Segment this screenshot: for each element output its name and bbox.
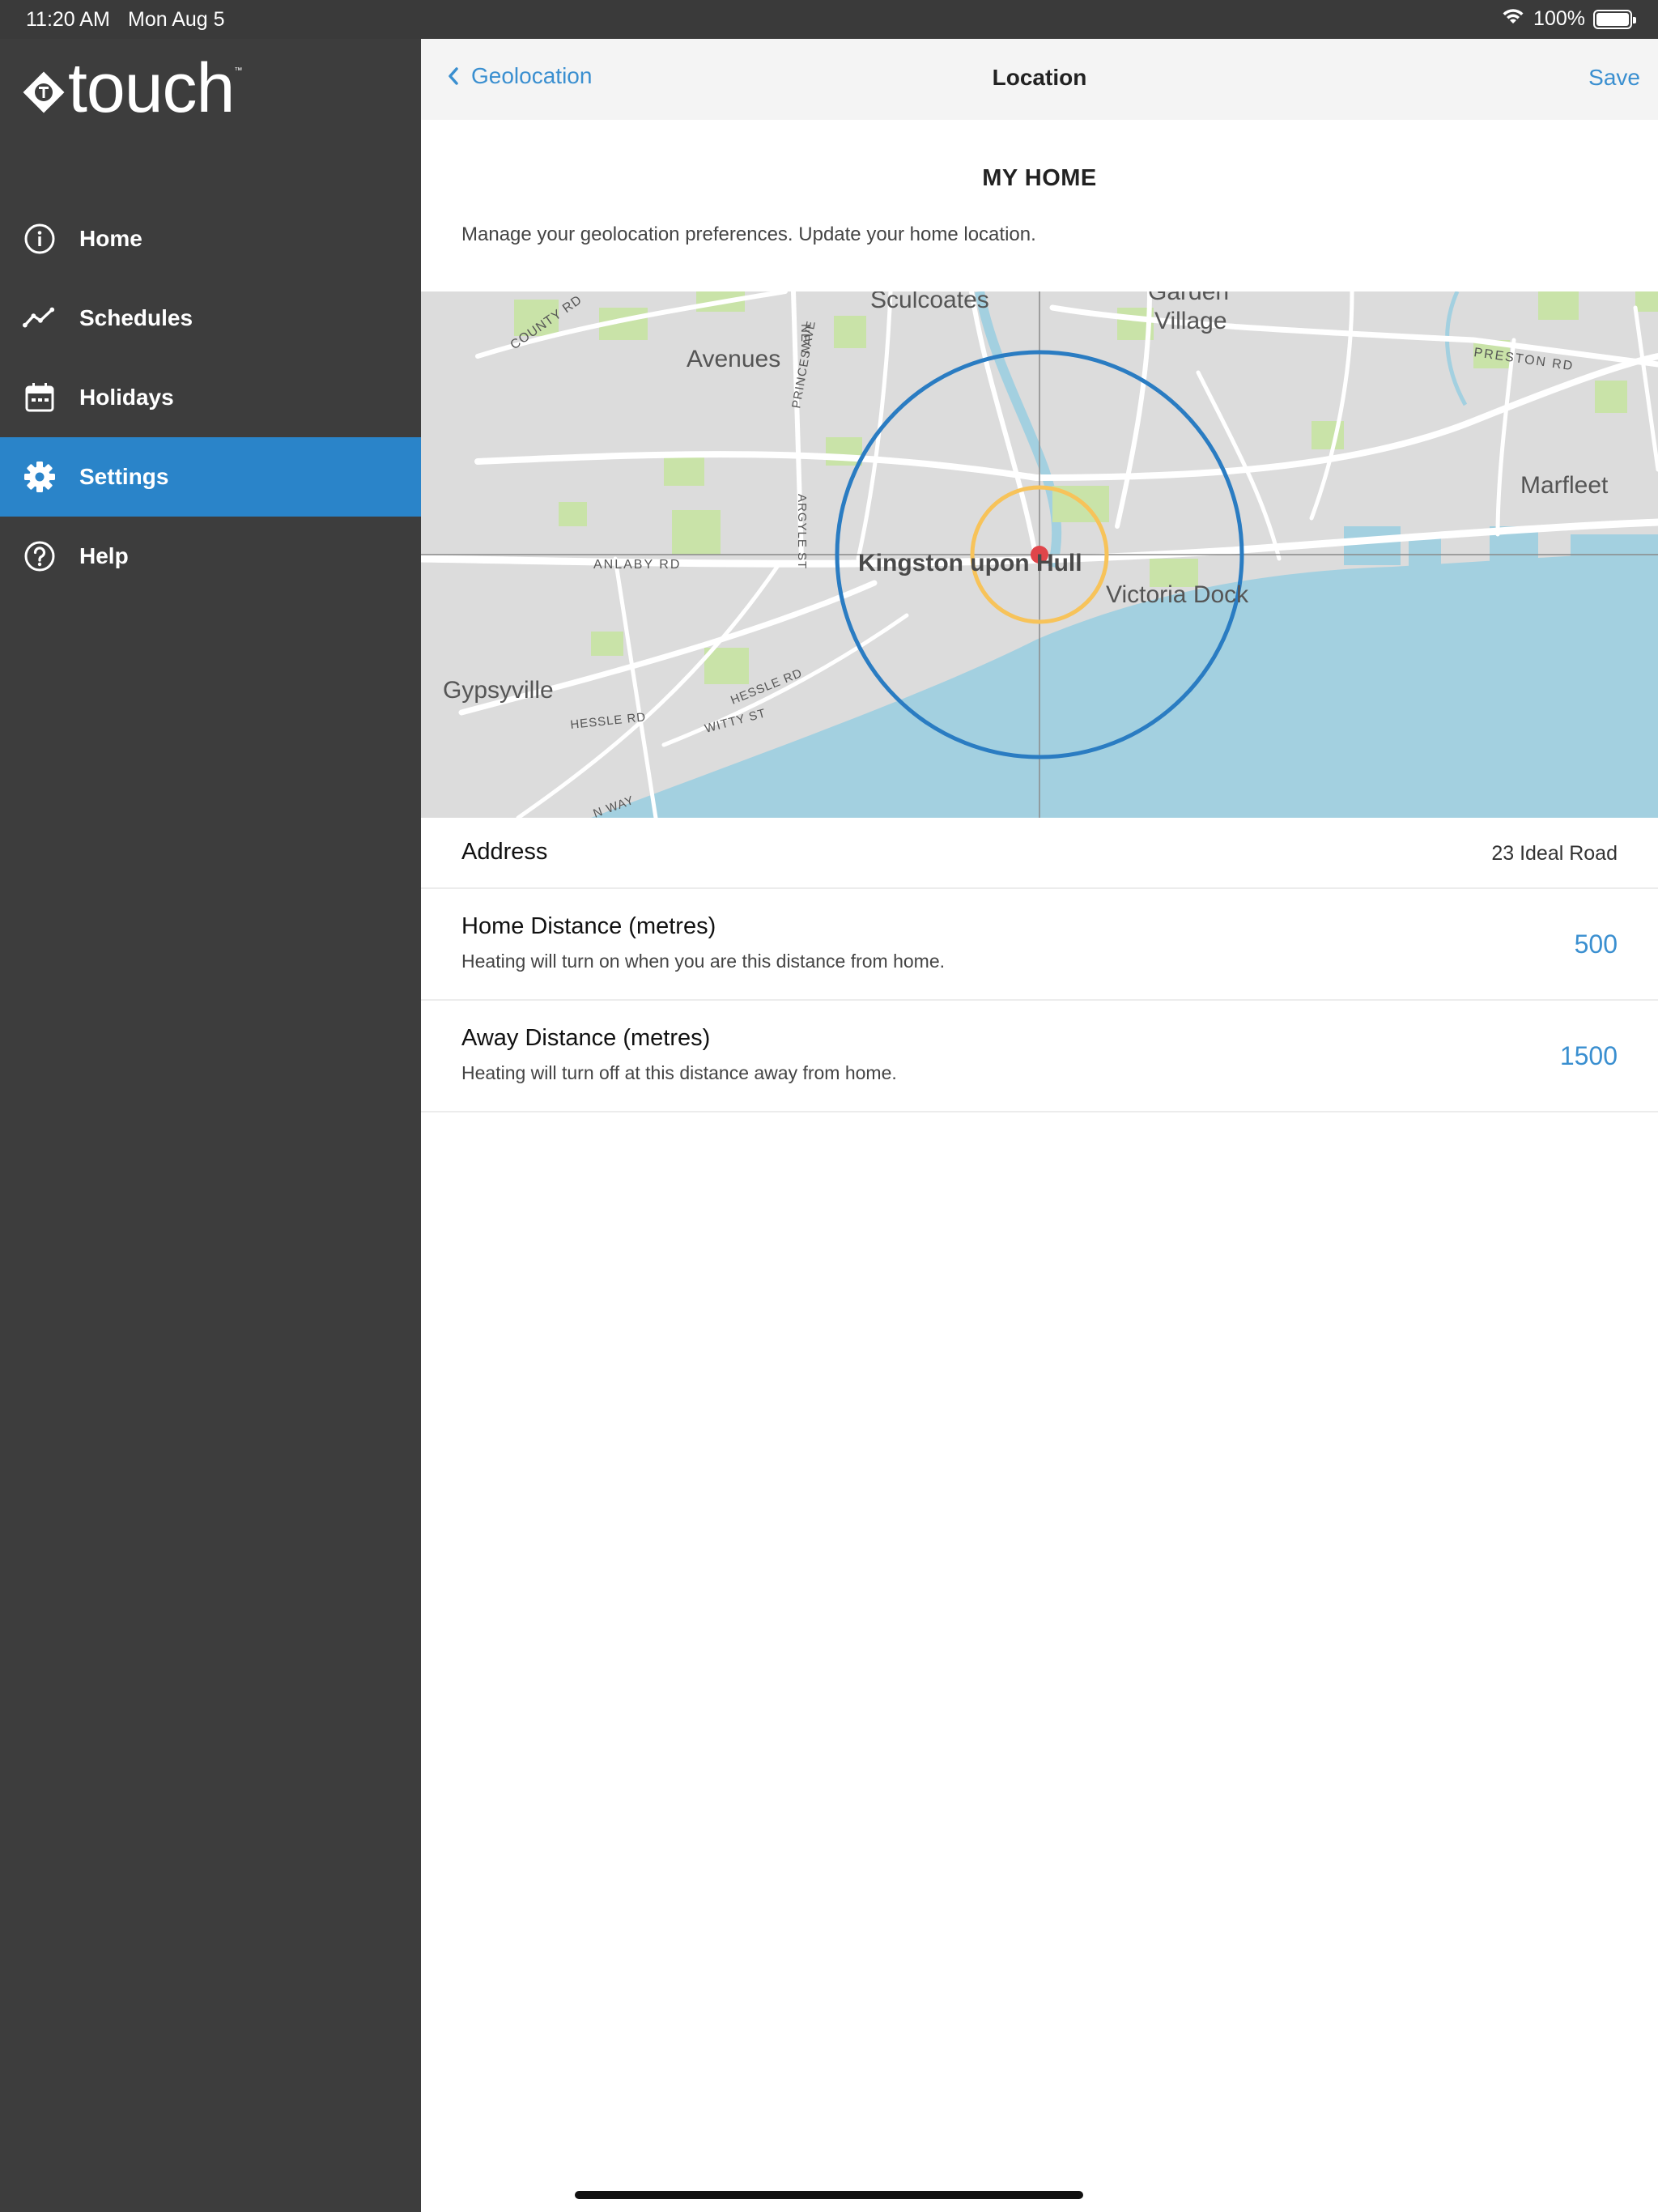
navigation-bar: Geolocation Location Save [421, 39, 1658, 120]
battery-fill [1596, 12, 1629, 26]
map-label-avenues: Avenues [687, 346, 780, 372]
sidebar-item-label: Holidays [79, 385, 174, 410]
sidebar-item-label: Schedules [79, 305, 193, 330]
trend-line-icon [23, 301, 57, 335]
sidebar-item-label: Home [79, 226, 142, 251]
map-label-village: Village [1154, 308, 1227, 334]
sidebar-nav: Home Schedules Holidays Settings Help [0, 199, 421, 596]
battery-percent: 100% [1533, 7, 1585, 30]
home-distance-value[interactable]: 500 [1575, 929, 1618, 959]
sidebar: touch ™ Home Schedules Holidays Settings… [0, 39, 421, 2212]
away-distance-row[interactable]: Away Distance (metres) Heating will turn… [421, 1001, 1658, 1112]
location-map[interactable]: Sculcoates Garden Village Avenues PRESTO… [421, 291, 1658, 818]
brand-name: touch [68, 49, 235, 127]
page-title: Location [992, 65, 1087, 90]
save-button[interactable]: Save [1588, 65, 1640, 91]
sidebar-item-holidays[interactable]: Holidays [0, 358, 421, 437]
gear-icon [23, 460, 57, 494]
map-label-anlaby-rd: ANLABY RD [593, 558, 681, 572]
home-distance-description: Heating will turn on when you are this d… [461, 951, 946, 972]
home-indicator[interactable] [575, 2191, 1083, 2199]
question-icon [23, 539, 57, 573]
sidebar-item-home[interactable]: Home [0, 199, 421, 279]
info-icon [23, 222, 57, 256]
calendar-icon [23, 381, 57, 415]
address-value: 23 Ideal Road [1491, 842, 1618, 865]
address-label: Address [461, 839, 548, 865]
map-label-gypsyville: Gypsyville [443, 677, 554, 704]
away-distance-description: Heating will turn off at this distance a… [461, 1062, 897, 1083]
trademark: ™ [234, 66, 243, 75]
sidebar-item-label: Help [79, 543, 129, 568]
away-distance-value[interactable]: 1500 [1560, 1041, 1618, 1071]
main-content: Geolocation Location Save MY HOME Manage… [421, 39, 1658, 2212]
wifi-icon [1501, 6, 1525, 32]
map-label-new: NEW [798, 324, 812, 355]
map-label-sculcoates: Sculcoates [870, 291, 989, 313]
map-label-argyle-st: ARGYLE ST [795, 494, 809, 569]
status-date: Mon Aug 5 [128, 8, 225, 31]
address-row[interactable]: Address 23 Ideal Road [421, 818, 1658, 889]
battery-icon [1593, 9, 1636, 29]
status-bar: 11:20 AM Mon Aug 5 100% [0, 0, 1658, 39]
brand-logo: touch ™ [21, 53, 243, 123]
map-label-marfleet: Marfleet [1520, 472, 1609, 499]
away-distance-label: Away Distance (metres) [461, 1025, 711, 1051]
map-canvas[interactable]: Sculcoates Garden Village Avenues PRESTO… [421, 291, 1658, 818]
status-time: 11:20 AM [26, 8, 110, 31]
home-distance-row[interactable]: Home Distance (metres) Heating will turn… [421, 889, 1658, 1001]
sidebar-item-schedules[interactable]: Schedules [0, 279, 421, 358]
map-label-city: Kingston upon Hull [858, 550, 1082, 576]
sidebar-item-label: Settings [79, 464, 169, 489]
map-label-garden: Garden [1148, 291, 1229, 305]
sidebar-item-help[interactable]: Help [0, 517, 421, 596]
section-description: Manage your geolocation preferences. Upd… [461, 223, 1036, 245]
sidebar-item-settings[interactable]: Settings [0, 437, 421, 517]
touch-logo-icon [21, 70, 66, 115]
status-indicators: 100% [1501, 6, 1636, 32]
map-label-victoria-dock: Victoria Dock [1106, 581, 1249, 608]
home-distance-label: Home Distance (metres) [461, 913, 716, 939]
section-title: MY HOME [982, 165, 1097, 191]
